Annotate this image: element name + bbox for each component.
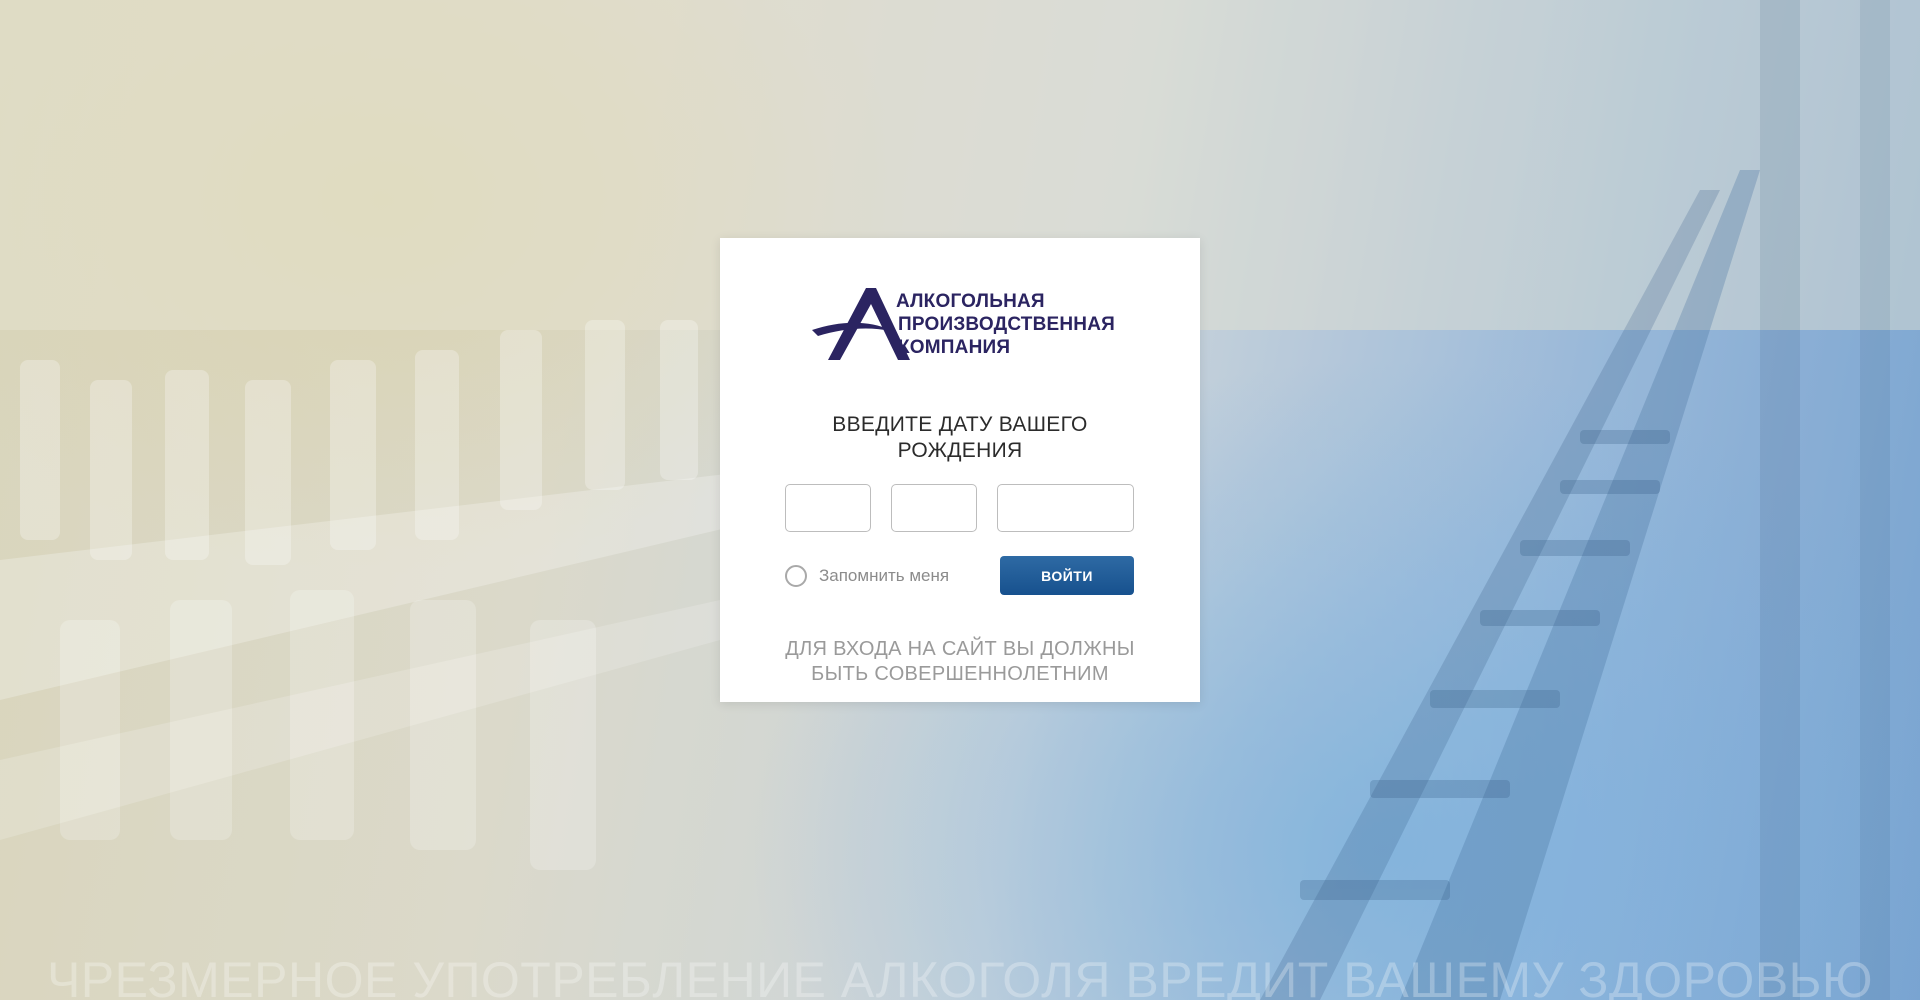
remember-me-toggle[interactable]: Запомнить меня — [785, 562, 949, 590]
remember-me-label: Запомнить меня — [819, 566, 950, 585]
logo-line-1: АЛКОГОЛЬНАЯ — [896, 291, 1045, 312]
logo-line-3: КОМПАНИЯ — [898, 337, 1011, 358]
age-gate-page: АЛКОГОЛЬНАЯ ПРОИЗВОДСТВЕННАЯ КОМПАНИЯ ВВ… — [0, 0, 1920, 1000]
logo-wordmark: АЛКОГОЛЬНАЯ ПРОИЗВОДСТВЕННАЯ КОМПАНИЯ — [896, 290, 1115, 359]
birth-day-input[interactable] — [785, 484, 871, 532]
company-logo: АЛКОГОЛЬНАЯ ПРОИЗВОДСТВЕННАЯ КОМПАНИЯ — [812, 284, 1115, 362]
remember-me-radio[interactable] — [785, 565, 807, 587]
birth-month-input[interactable] — [891, 484, 977, 532]
birthdate-prompt: ВВЕДИТЕ ДАТУ ВАШЕГО РОЖДЕНИЯ — [720, 412, 1200, 464]
note-line-2: БЫТЬ СОВЕРШЕННОЛЕТНИМ — [811, 663, 1109, 685]
login-button[interactable]: ВОЙТИ — [1000, 556, 1134, 595]
note-line-1: ДЛЯ ВХОДА НА САЙТ ВЫ ДОЛЖНЫ — [785, 638, 1135, 660]
prompt-line-1: ВВЕДИТЕ ДАТУ ВАШЕГО — [832, 413, 1088, 436]
age-verification-card: АЛКОГОЛЬНАЯ ПРОИЗВОДСТВЕННАЯ КОМПАНИЯ ВВ… — [720, 238, 1200, 702]
age-requirement-note: ДЛЯ ВХОДА НА САЙТ ВЫ ДОЛЖНЫ БЫТЬ СОВЕРШЕ… — [720, 637, 1200, 687]
birth-year-input[interactable] — [997, 484, 1134, 532]
prompt-line-2: РОЖДЕНИЯ — [897, 439, 1023, 462]
logo-line-2: ПРОИЗВОДСТВЕННАЯ — [898, 314, 1115, 335]
health-warning-banner: ЧРЕЗМЕРНОЕ УПОТРЕБЛЕНИЕ АЛКОГОЛЯ ВРЕДИТ … — [46, 952, 1873, 1000]
